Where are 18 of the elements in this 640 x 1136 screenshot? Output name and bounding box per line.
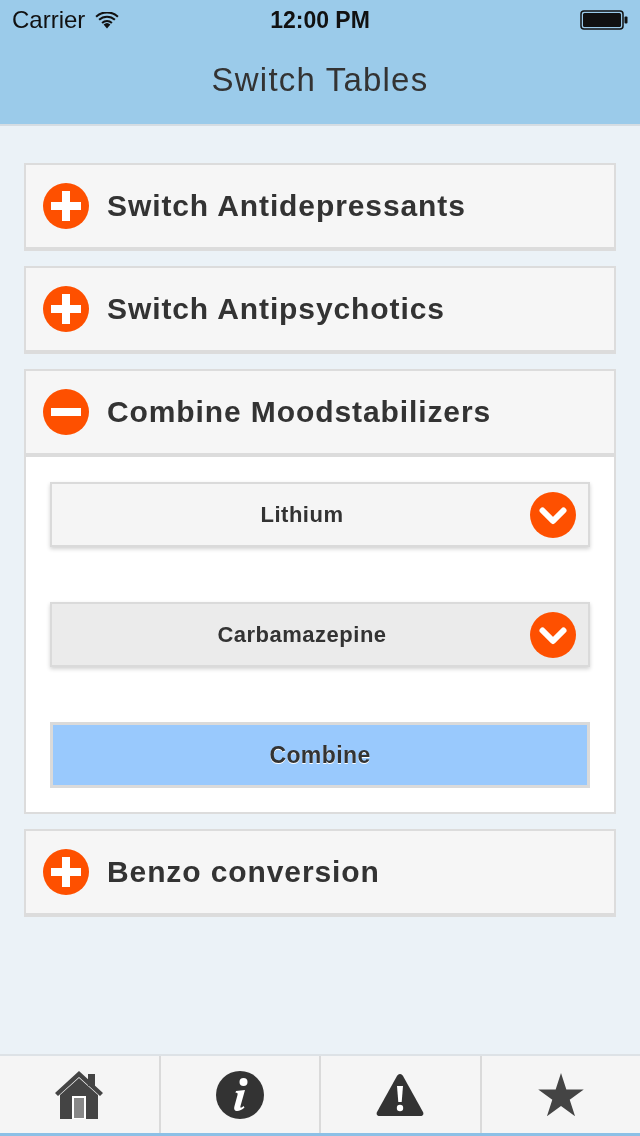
star-icon [537,1072,584,1117]
accordion-header[interactable]: Benzo conversion [24,829,616,917]
nav-title: Switch Tables [211,61,429,99]
wifi-icon [95,11,120,29]
carrier-name: Carrier [12,6,86,34]
dropdown-select[interactable]: Carbamazepine [50,602,590,667]
home-icon [55,1070,104,1119]
battery-icon [580,10,628,30]
chevron-down-circle-icon [530,612,576,658]
combine-button[interactable]: Combine [50,722,590,788]
accordion-header[interactable]: Switch Antipsychotics [24,266,616,354]
info-icon [215,1070,264,1119]
chevron-down-circle-icon [530,492,576,538]
accordion-header[interactable]: Combine Moodstabilizers [24,369,616,457]
dropdown-select[interactable]: Lithium [50,482,590,547]
accordion-header[interactable]: Switch Antidepressants [24,163,616,251]
warning-icon [376,1072,425,1117]
status-time: 12:00 PM [270,6,370,34]
